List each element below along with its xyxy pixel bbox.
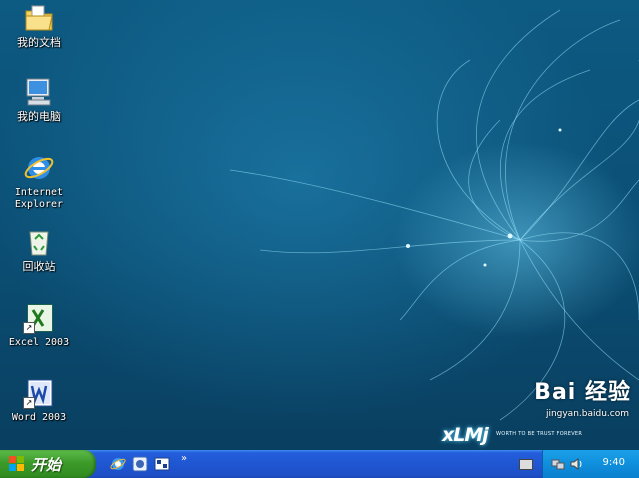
- quicklaunch-desktop-icon[interactable]: [154, 456, 170, 472]
- internet-explorer-label: Internet Explorer: [14, 187, 64, 210]
- word-icon: ↗: [23, 377, 55, 409]
- my-computer-icon[interactable]: 我的电脑: [4, 76, 74, 123]
- word-2003-label: Word 2003: [11, 412, 67, 423]
- baidu-watermark-url: jingyan.baidu.com: [545, 409, 629, 419]
- my-computer-label: 我的电脑: [17, 110, 61, 123]
- system-tray: 9:40: [542, 450, 639, 478]
- my-documents-icon[interactable]: 我的文档: [4, 2, 74, 49]
- recycle-bin-icon[interactable]: 回收站: [4, 226, 74, 273]
- shortcut-arrow-icon: ↗: [23, 322, 35, 334]
- desktop[interactable]: 我的文档 我的电脑 Internet Explorer 回收站 ↗ Excel …: [0, 0, 639, 450]
- taskbar: 开始 » 9:40: [0, 450, 639, 478]
- quicklaunch-media-icon[interactable]: [132, 456, 148, 472]
- wallpaper-logo: xLMj: [442, 424, 489, 446]
- word-2003-icon[interactable]: ↗ Word 2003: [4, 377, 74, 424]
- tray-network-icon[interactable]: [551, 456, 565, 470]
- excel-2003-label: Excel 2003: [8, 337, 70, 348]
- start-label: 开始: [31, 455, 62, 474]
- quicklaunch-ie-icon[interactable]: [110, 456, 126, 472]
- my-documents-label: 我的文档: [17, 36, 61, 49]
- start-button[interactable]: 开始: [0, 450, 96, 478]
- internet-explorer-icon[interactable]: Internet Explorer: [4, 152, 74, 211]
- shortcut-arrow-icon: ↗: [23, 397, 35, 409]
- wallpaper-tagline: WORTH TO BE TRUST FOREVER: [496, 431, 583, 437]
- ie-logo-icon: [23, 152, 55, 184]
- tray-volume-icon[interactable]: [569, 456, 583, 470]
- quicklaunch-more-button[interactable]: »: [181, 453, 187, 464]
- clock[interactable]: 9:40: [603, 457, 625, 468]
- recycle-bin-image-icon: [23, 226, 55, 258]
- excel-icon: ↗: [23, 302, 55, 334]
- baidu-watermark: Bai 经验: [534, 380, 631, 405]
- windows-flag-icon: [9, 456, 25, 472]
- recycle-bin-label: 回收站: [22, 260, 56, 273]
- keyboard-ime-icon[interactable]: [519, 459, 533, 470]
- computer-icon: [23, 76, 55, 108]
- folder-icon: [23, 2, 55, 34]
- excel-2003-icon[interactable]: ↗ Excel 2003: [4, 302, 74, 349]
